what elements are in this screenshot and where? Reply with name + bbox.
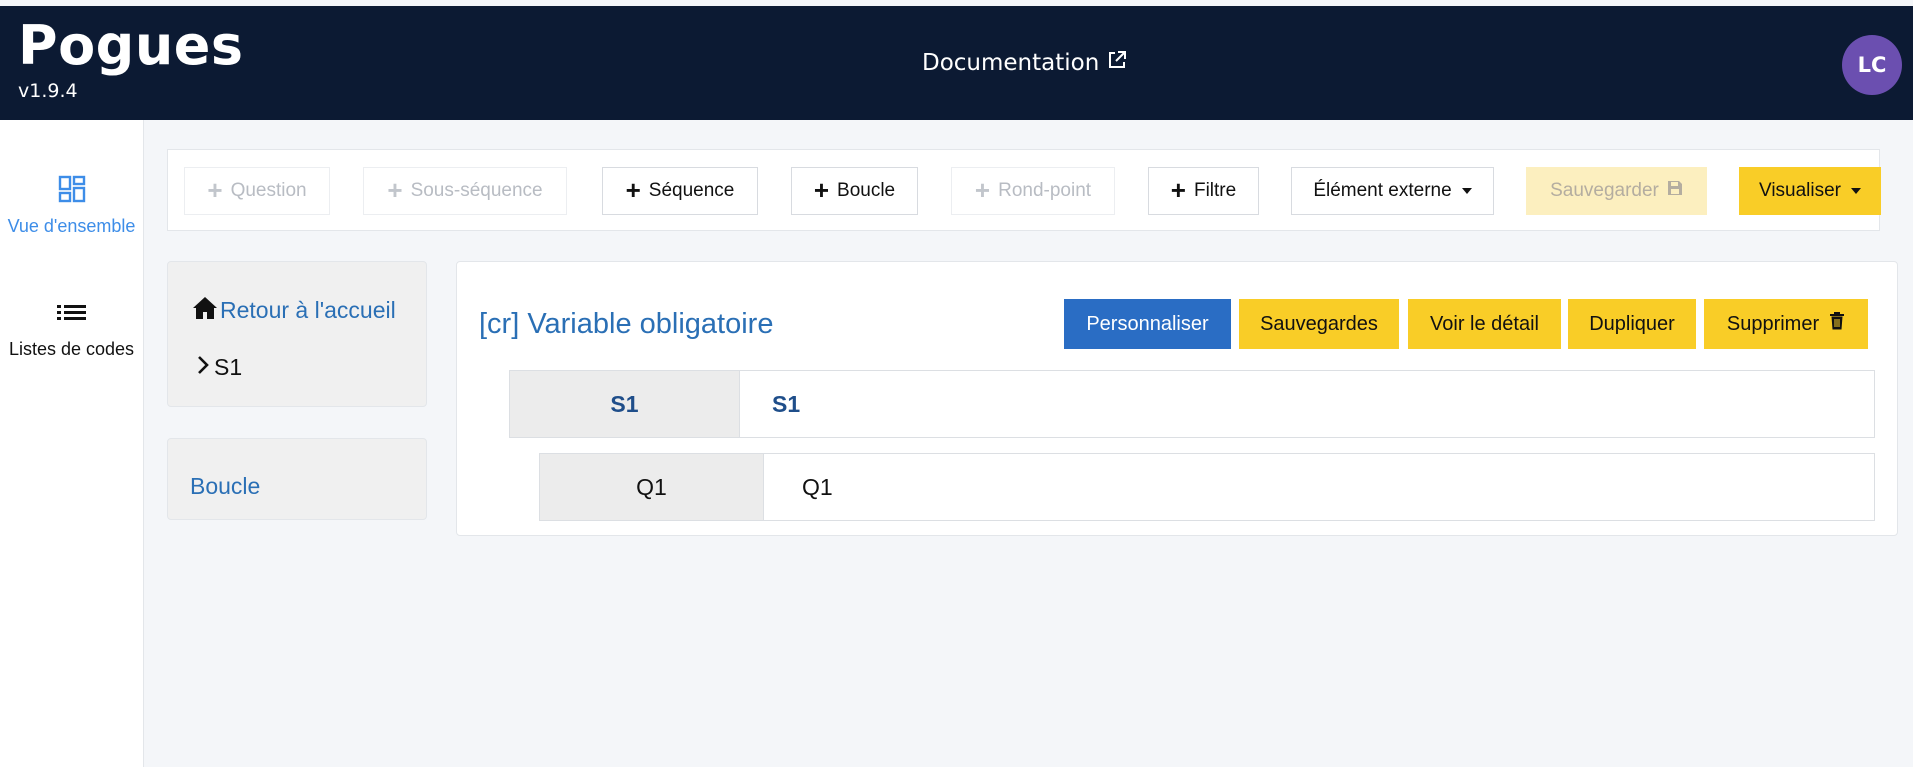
back-to-home-label: Retour à l'accueil [220,297,396,323]
customize-button[interactable]: Personnaliser [1064,299,1231,349]
sequence-nav-item[interactable]: S1 [196,354,242,381]
sidebar-item-overview[interactable]: Vue d'ensemble [0,175,143,237]
duplicate-button[interactable]: Dupliquer [1568,299,1696,349]
button-label: Question [230,180,307,201]
button-label: Personnaliser [1086,312,1209,335]
component-toolbar: + Question + Sous-séquence + Séquence + … [167,149,1881,231]
sequence-row[interactable]: S1 S1 [509,370,1875,438]
back-to-home-link[interactable]: Retour à l'accueil [192,296,396,325]
button-label: Dupliquer [1589,312,1675,335]
plus-icon: + [207,175,223,205]
view-details-button[interactable]: Voir le détail [1408,299,1561,349]
loop-link[interactable]: Boucle [190,473,260,500]
documentation-label: Documentation [922,50,1100,76]
question-id: Q1 [540,454,764,520]
home-icon [192,296,218,325]
question-label: Q1 [802,473,833,500]
questionnaire-title: [cr] Variable obligatoire [479,308,774,340]
sidebar-item-label: Listes de codes [8,339,135,359]
sidebar: Vue d'ensemble Listes de codes [0,120,144,767]
documentation-link[interactable]: Documentation [922,50,1127,76]
add-question-button[interactable]: + Question [184,167,330,215]
dashboard-icon [58,175,86,208]
sidebar-item-label: Vue d'ensemble [7,216,136,236]
question-row[interactable]: Q1 Q1 [539,453,1875,521]
chevron-right-icon [196,354,210,381]
plus-icon: + [813,175,830,205]
button-label: Rond-point [998,180,1092,201]
caret-down-icon [1851,188,1862,194]
plus-icon: + [1170,175,1186,205]
app-title[interactable]: Pogues [18,16,244,76]
button-label: Supprimer [1726,312,1820,335]
visualize-dropdown[interactable]: Visualiser [1739,167,1881,215]
save-button[interactable]: Sauvegarder [1526,167,1707,215]
button-label: Boucle [837,180,896,201]
sequence-nav-label: S1 [214,354,243,380]
backups-button[interactable]: Sauvegardes [1239,299,1399,349]
list-icon [56,304,87,331]
add-roundabout-button[interactable]: + Rond-point [951,167,1115,215]
app-version: v1.9.4 [18,80,78,102]
external-link-icon [1107,50,1127,76]
questionnaire-card: [cr] Variable obligatoire Personnaliser … [456,261,1898,536]
add-subsequence-button[interactable]: + Sous-séquence [363,167,567,215]
floppy-disk-icon [1667,180,1683,202]
navigation-panel: Retour à l'accueil S1 [167,261,427,407]
app-header: Pogues v1.9.4 Documentation LC [0,6,1913,120]
external-element-dropdown[interactable]: Élément externe [1291,167,1494,215]
button-label: Filtre [1193,180,1237,201]
user-avatar[interactable]: LC [1842,35,1902,95]
add-filter-button[interactable]: + Filtre [1148,167,1259,215]
loops-panel: Boucle [167,438,427,520]
button-label: Sous-séquence [410,180,543,201]
sequence-label: S1 [772,390,801,417]
plus-icon: + [625,175,641,205]
button-label: Séquence [648,180,735,201]
add-sequence-button[interactable]: + Séquence [602,167,758,215]
button-label: Sauvegardes [1260,312,1378,335]
caret-down-icon [1461,188,1472,194]
plus-icon: + [974,175,991,205]
plus-icon: + [387,175,403,205]
button-label: Élément externe [1313,180,1452,201]
add-loop-button[interactable]: + Boucle [791,167,918,215]
button-label: Sauvegarder [1550,180,1659,201]
button-label: Visualiser [1758,180,1842,201]
sequence-id: S1 [510,371,740,437]
delete-button[interactable]: Supprimer [1704,299,1868,349]
trash-icon [1829,312,1845,336]
sidebar-item-code-lists[interactable]: Listes de codes [0,304,143,360]
button-label: Voir le détail [1430,312,1539,335]
